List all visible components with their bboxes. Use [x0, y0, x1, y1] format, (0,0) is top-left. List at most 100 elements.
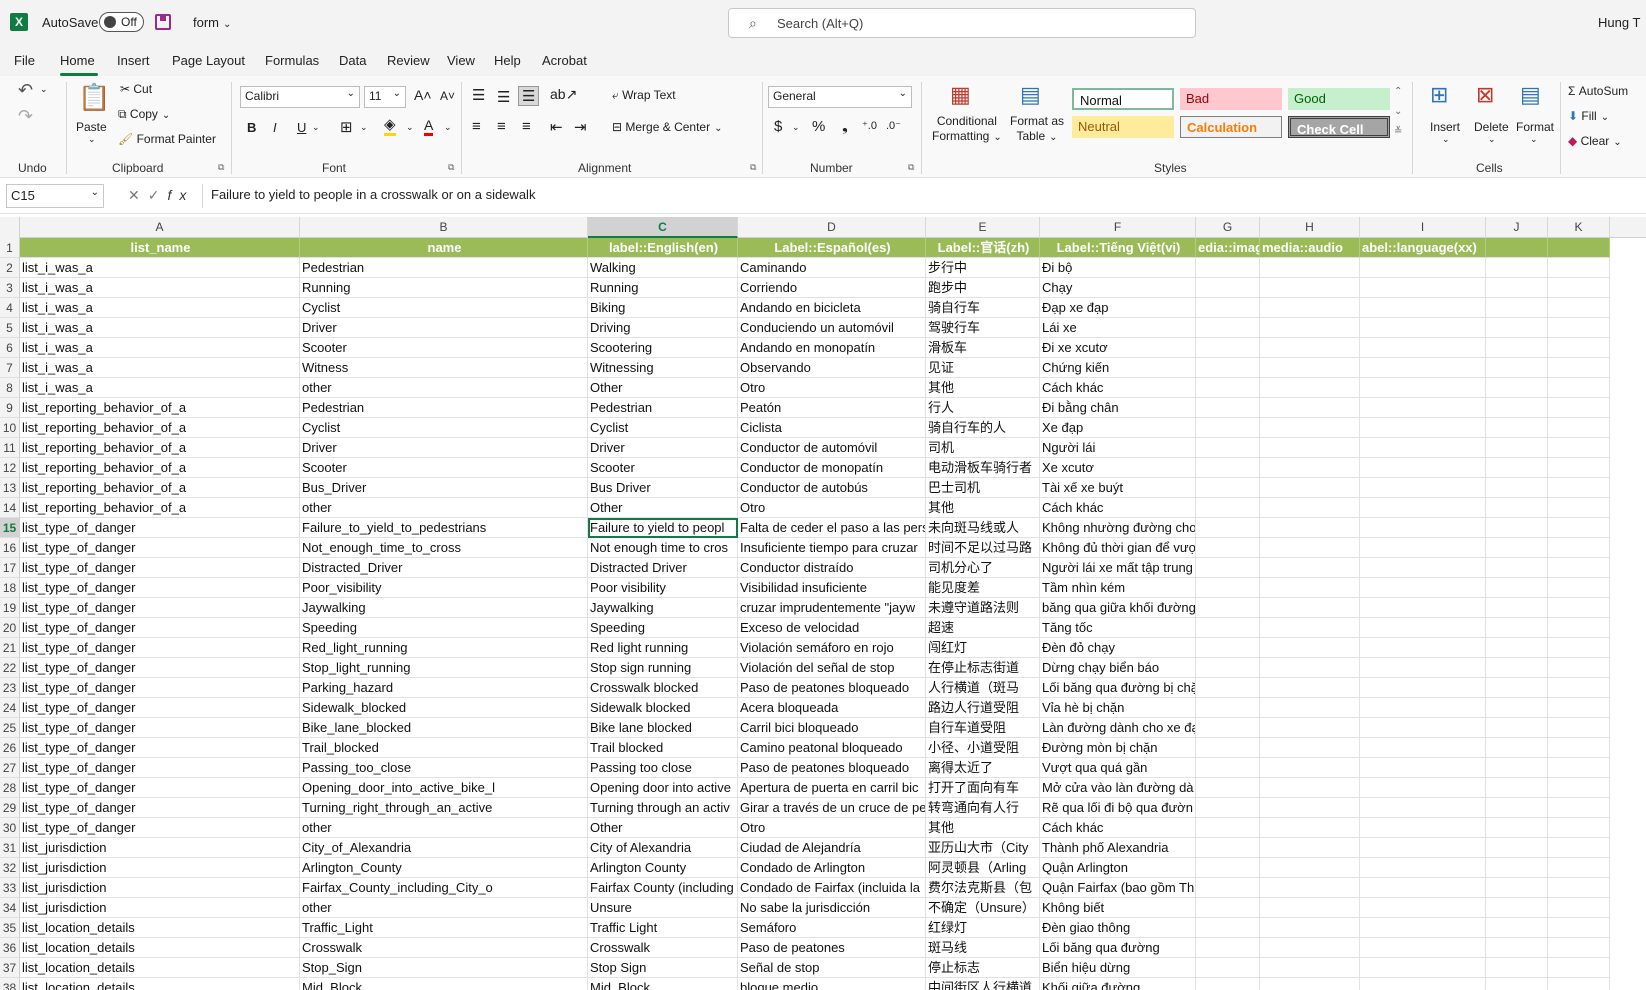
header-cell[interactable]: [1486, 238, 1548, 258]
cell[interactable]: [1486, 558, 1548, 578]
header-cell[interactable]: media::audio: [1260, 238, 1360, 258]
cell[interactable]: Conductor de automóvil: [738, 438, 926, 458]
row-number[interactable]: 25: [0, 718, 20, 738]
chevron-down-icon[interactable]: ⌄: [1530, 134, 1538, 145]
cell[interactable]: [1360, 458, 1486, 478]
cell[interactable]: Cách khác: [1040, 498, 1196, 518]
cell[interactable]: Xe đạp: [1040, 418, 1196, 438]
style-neutral[interactable]: Neutral: [1072, 116, 1174, 138]
cell[interactable]: Không biết: [1040, 898, 1196, 918]
cell[interactable]: Bus_Driver: [300, 478, 588, 498]
cell[interactable]: Biển hiệu dừng: [1040, 958, 1196, 978]
cell[interactable]: [1196, 618, 1260, 638]
cell[interactable]: Pedestrian: [300, 258, 588, 278]
cell[interactable]: Red_light_running: [300, 638, 588, 658]
cell[interactable]: [1196, 918, 1260, 938]
cell[interactable]: Witnessing: [588, 358, 738, 378]
cell[interactable]: [1260, 818, 1360, 838]
cell[interactable]: [1486, 638, 1548, 658]
cell[interactable]: [1260, 358, 1360, 378]
cell[interactable]: Conductor de autobús: [738, 478, 926, 498]
cell[interactable]: [1486, 858, 1548, 878]
cell[interactable]: [1260, 278, 1360, 298]
cell[interactable]: Driver: [300, 318, 588, 338]
cell[interactable]: [1486, 578, 1548, 598]
cell[interactable]: [1260, 578, 1360, 598]
cell[interactable]: Witness: [300, 358, 588, 378]
cell[interactable]: 其他: [926, 498, 1040, 518]
header-cell[interactable]: abel::language(xx): [1360, 238, 1486, 258]
cut-button[interactable]: ✂ Cut: [120, 82, 152, 96]
row-number[interactable]: 33: [0, 878, 20, 898]
row-number[interactable]: 30: [0, 818, 20, 838]
cell[interactable]: [1548, 478, 1610, 498]
chevron-down-icon[interactable]: ⌄: [40, 84, 48, 95]
cell[interactable]: Señal de stop: [738, 958, 926, 978]
cell[interactable]: [1548, 618, 1610, 638]
cell[interactable]: [1360, 438, 1486, 458]
style-normal[interactable]: Normal: [1072, 88, 1174, 110]
cell[interactable]: 巴士司机: [926, 478, 1040, 498]
cell[interactable]: 未向斑马线或人: [926, 518, 1040, 538]
cell[interactable]: [1260, 778, 1360, 798]
cell[interactable]: 未遵守道路法则: [926, 598, 1040, 618]
cell[interactable]: Người lái: [1040, 438, 1196, 458]
clear-button[interactable]: ◆ Clear ⌄: [1568, 134, 1622, 148]
cell[interactable]: [1196, 638, 1260, 658]
cell[interactable]: [1196, 498, 1260, 518]
cell[interactable]: [1548, 678, 1610, 698]
row-number[interactable]: 31: [0, 838, 20, 858]
cell[interactable]: [1260, 438, 1360, 458]
cell[interactable]: Insuficiente tiempo para cruzar: [738, 538, 926, 558]
cell[interactable]: [1260, 398, 1360, 418]
cell[interactable]: list_jurisdiction: [20, 898, 300, 918]
align-bottom-icon[interactable]: ☰: [518, 86, 540, 106]
row-number[interactable]: 37: [0, 958, 20, 978]
cell[interactable]: [1548, 918, 1610, 938]
cell[interactable]: 能见度差: [926, 578, 1040, 598]
column-header-j[interactable]: J: [1486, 217, 1548, 238]
percent-icon[interactable]: %: [812, 118, 825, 135]
cell[interactable]: 停止标志: [926, 958, 1040, 978]
chevron-down-icon[interactable]: ⌄: [360, 122, 368, 133]
cell[interactable]: Không nhường đường cho: [1040, 518, 1196, 538]
cell[interactable]: list_reporting_behavior_of_a: [20, 478, 300, 498]
dialog-launcher-icon[interactable]: ⧉: [218, 162, 224, 173]
borders-icon[interactable]: ⊞: [340, 118, 353, 136]
cell[interactable]: [1360, 518, 1486, 538]
cell[interactable]: Speeding: [588, 618, 738, 638]
cell[interactable]: [1196, 438, 1260, 458]
cell[interactable]: 中间街区人行横道: [926, 978, 1040, 990]
cell[interactable]: [1548, 958, 1610, 978]
cell[interactable]: [1548, 758, 1610, 778]
user-name[interactable]: Hung T: [1598, 15, 1640, 30]
column-header-a[interactable]: A: [20, 217, 300, 238]
cell[interactable]: [1260, 878, 1360, 898]
column-header-b[interactable]: B: [300, 217, 588, 238]
delete-cells-icon[interactable]: ⊠: [1476, 82, 1494, 108]
row-number[interactable]: 32: [0, 858, 20, 878]
cell[interactable]: [1196, 738, 1260, 758]
row-number[interactable]: 24: [0, 698, 20, 718]
cell[interactable]: list_jurisdiction: [20, 858, 300, 878]
cell[interactable]: [1548, 798, 1610, 818]
cell[interactable]: 不确定（Unsure）: [926, 898, 1040, 918]
cell[interactable]: [1260, 558, 1360, 578]
formula-input[interactable]: Failure to yield to people in a crosswal…: [202, 184, 1642, 208]
cell[interactable]: [1548, 898, 1610, 918]
tab-acrobat[interactable]: Acrobat: [542, 53, 587, 68]
cell[interactable]: 跑步中: [926, 278, 1040, 298]
cell[interactable]: Fairfax_County_including_City_o: [300, 878, 588, 898]
enter-icon[interactable]: ✓: [148, 187, 168, 203]
cell[interactable]: Scooter: [300, 458, 588, 478]
copy-button[interactable]: ⧉ Copy ⌄: [118, 107, 170, 122]
cell[interactable]: Mở cửa vào làn đường dà: [1040, 778, 1196, 798]
row-number[interactable]: 15: [0, 518, 20, 538]
cell[interactable]: Other: [588, 378, 738, 398]
cell[interactable]: [1260, 658, 1360, 678]
cell[interactable]: Condado de Arlington: [738, 858, 926, 878]
cell[interactable]: [1548, 378, 1610, 398]
cell[interactable]: [1486, 258, 1548, 278]
cell[interactable]: [1196, 758, 1260, 778]
cell[interactable]: Driver: [300, 438, 588, 458]
